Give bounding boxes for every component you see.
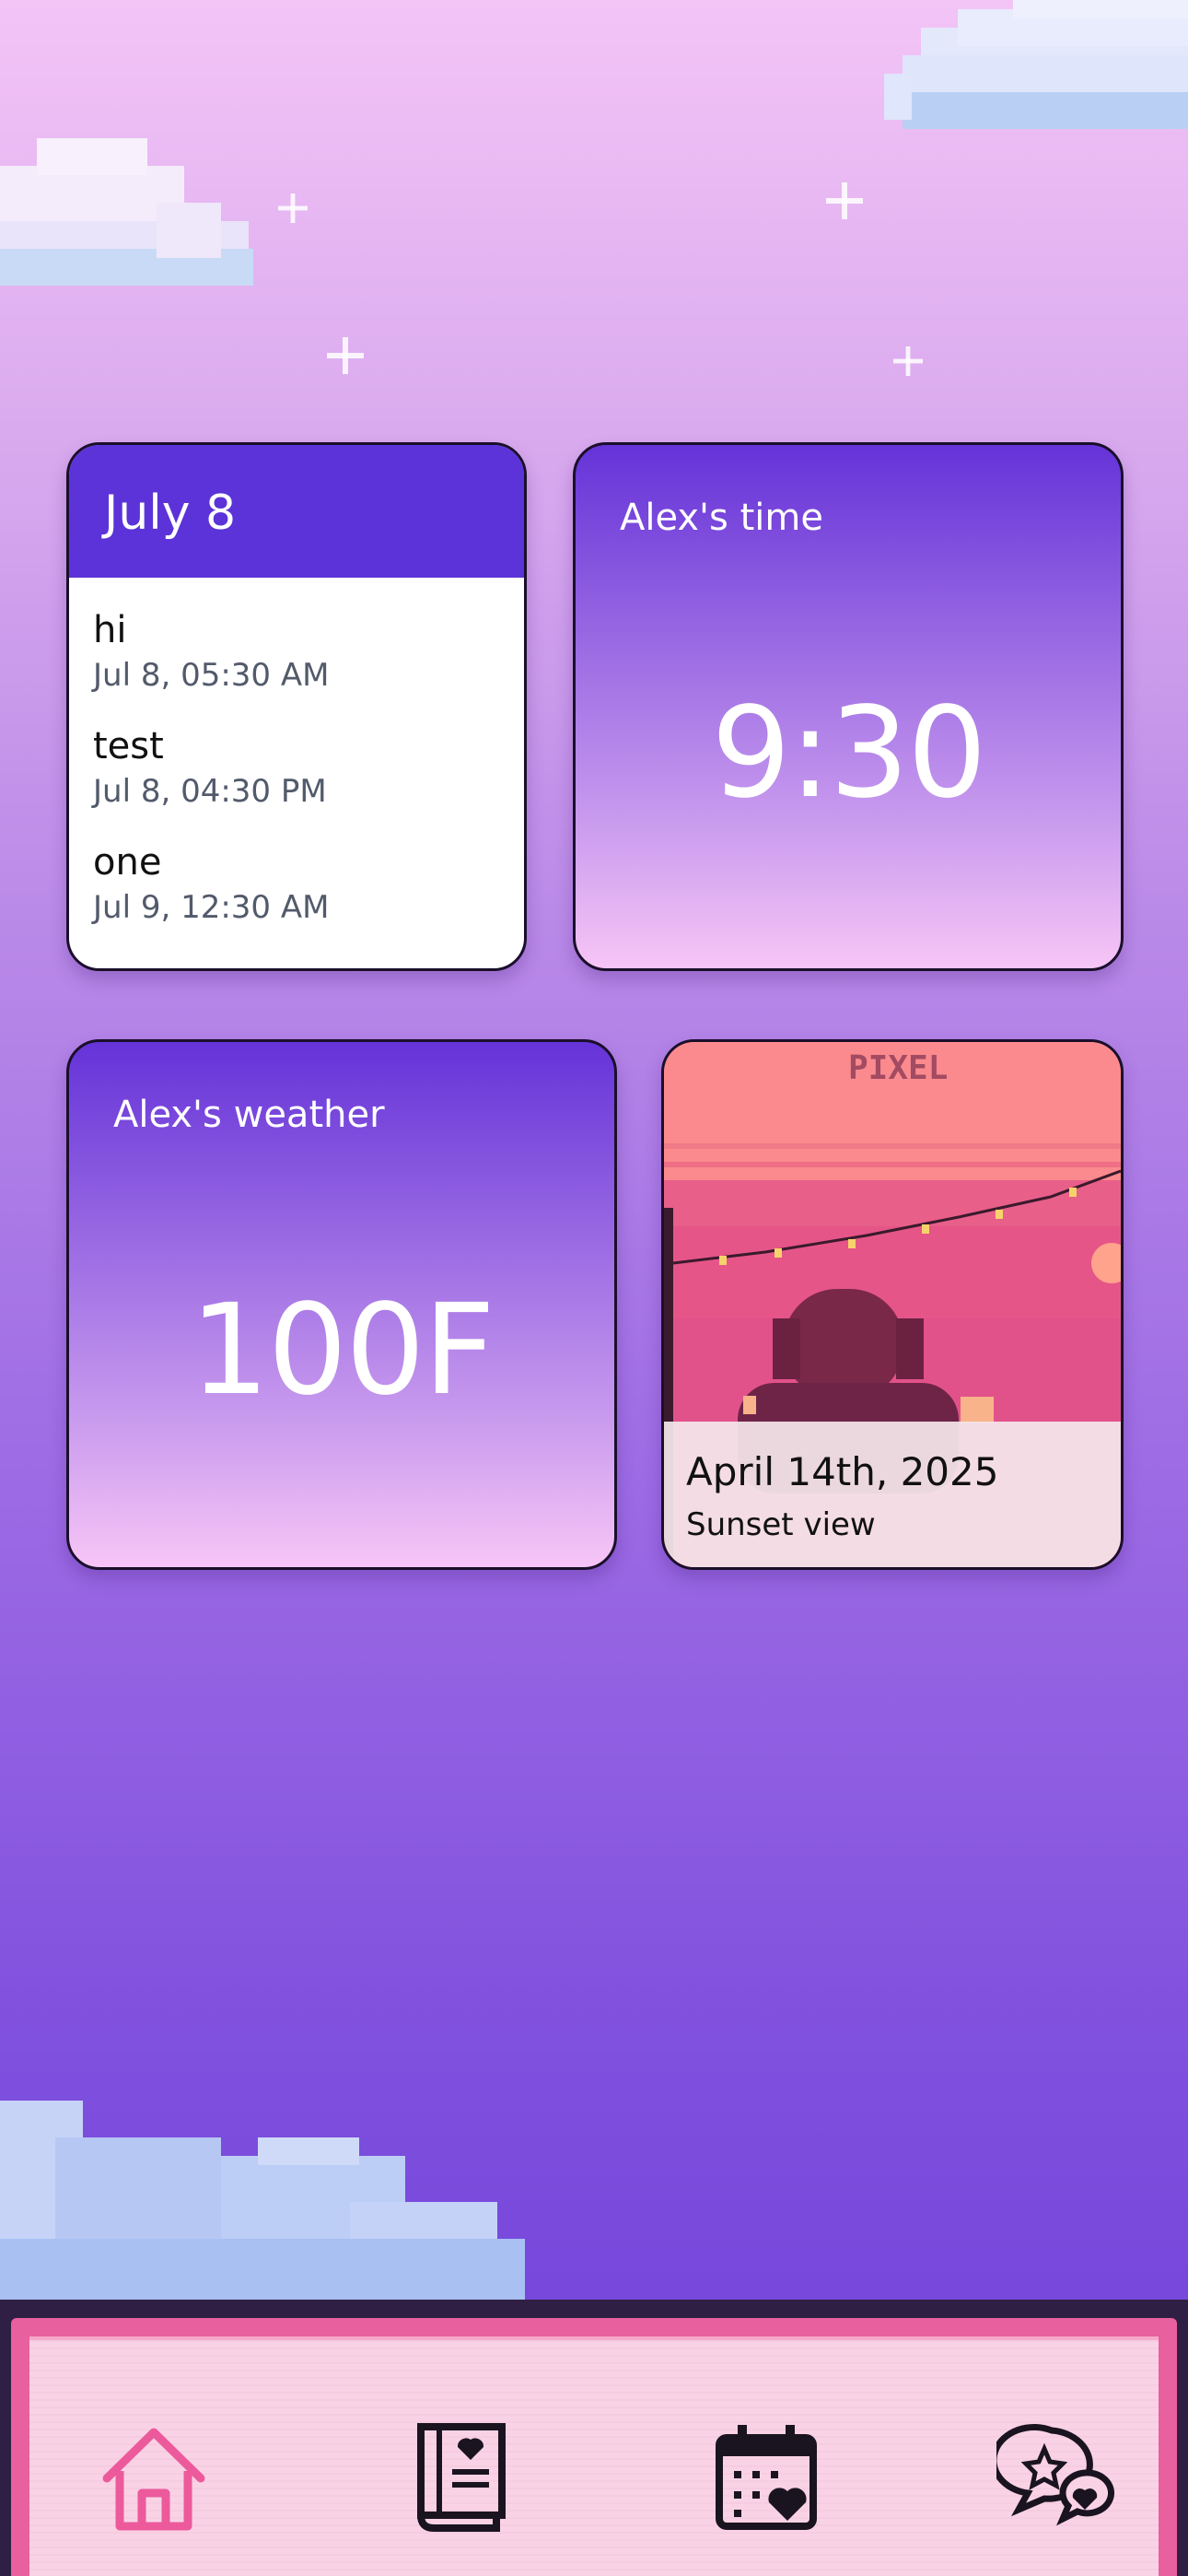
list-item[interactable]: test Jul 8, 04:30 PM: [93, 725, 327, 810]
weather-widget[interactable]: Alex's weather 100F: [66, 1039, 617, 1570]
sparkle-icon: [893, 346, 923, 376]
event-time: Jul 8, 04:30 PM: [93, 773, 327, 810]
time-widget-label: Alex's time: [620, 497, 823, 539]
nav-home-button[interactable]: [94, 2418, 214, 2537]
photo-caption-panel: April 14th, 2025 Sunset view: [664, 1422, 1121, 1567]
sparkle-icon: [826, 182, 863, 219]
calendar-event-list: hi Jul 8, 05:30 AM test Jul 8, 04:30 PM …: [69, 578, 524, 968]
nav-calendar-button[interactable]: [706, 2418, 826, 2537]
nav-journal-button[interactable]: [401, 2418, 520, 2537]
temperature-value: 100F: [190, 1278, 495, 1423]
calendar-widget[interactable]: July 8 hi Jul 8, 05:30 AM test Jul 8, 04…: [66, 442, 527, 971]
calendar-date-title: July 8: [104, 486, 237, 541]
list-item[interactable]: one Jul 9, 12:30 AM: [93, 841, 329, 926]
event-time: Jul 9, 12:30 AM: [93, 889, 330, 926]
calendar-widget-header: July 8: [69, 445, 524, 578]
time-value: 9:30: [711, 681, 986, 826]
event-title: one: [93, 841, 162, 884]
photo-date: April 14th, 2025: [686, 1449, 999, 1494]
nav-chat-button[interactable]: [990, 2418, 1116, 2537]
bottom-nav-bar: [0, 2300, 1188, 2576]
event-title: test: [93, 725, 164, 767]
cloud-decoration: [0, 138, 253, 286]
cloud-decoration: [0, 2101, 525, 2303]
cloud-decoration: [884, 0, 1188, 129]
event-time: Jul 8, 05:30 AM: [93, 657, 330, 694]
journal-heart-icon: [417, 2423, 506, 2532]
event-title: hi: [93, 609, 127, 651]
weather-widget-label: Alex's weather: [113, 1094, 385, 1136]
sparkle-icon: [327, 337, 364, 374]
list-item[interactable]: hi Jul 8, 05:30 AM: [93, 609, 329, 694]
photo-watermark: PIXEL: [848, 1049, 948, 1087]
calendar-heart-icon: [716, 2425, 817, 2530]
time-widget[interactable]: Alex's time 9:30: [573, 442, 1124, 971]
chat-heart-icon: [990, 2423, 1114, 2526]
sparkle-icon: [278, 193, 308, 223]
home-icon: [102, 2428, 205, 2531]
photo-widget[interactable]: PIXEL April 14th, 2025 Sunset view: [661, 1039, 1124, 1570]
photo-caption: Sunset view: [686, 1506, 876, 1543]
